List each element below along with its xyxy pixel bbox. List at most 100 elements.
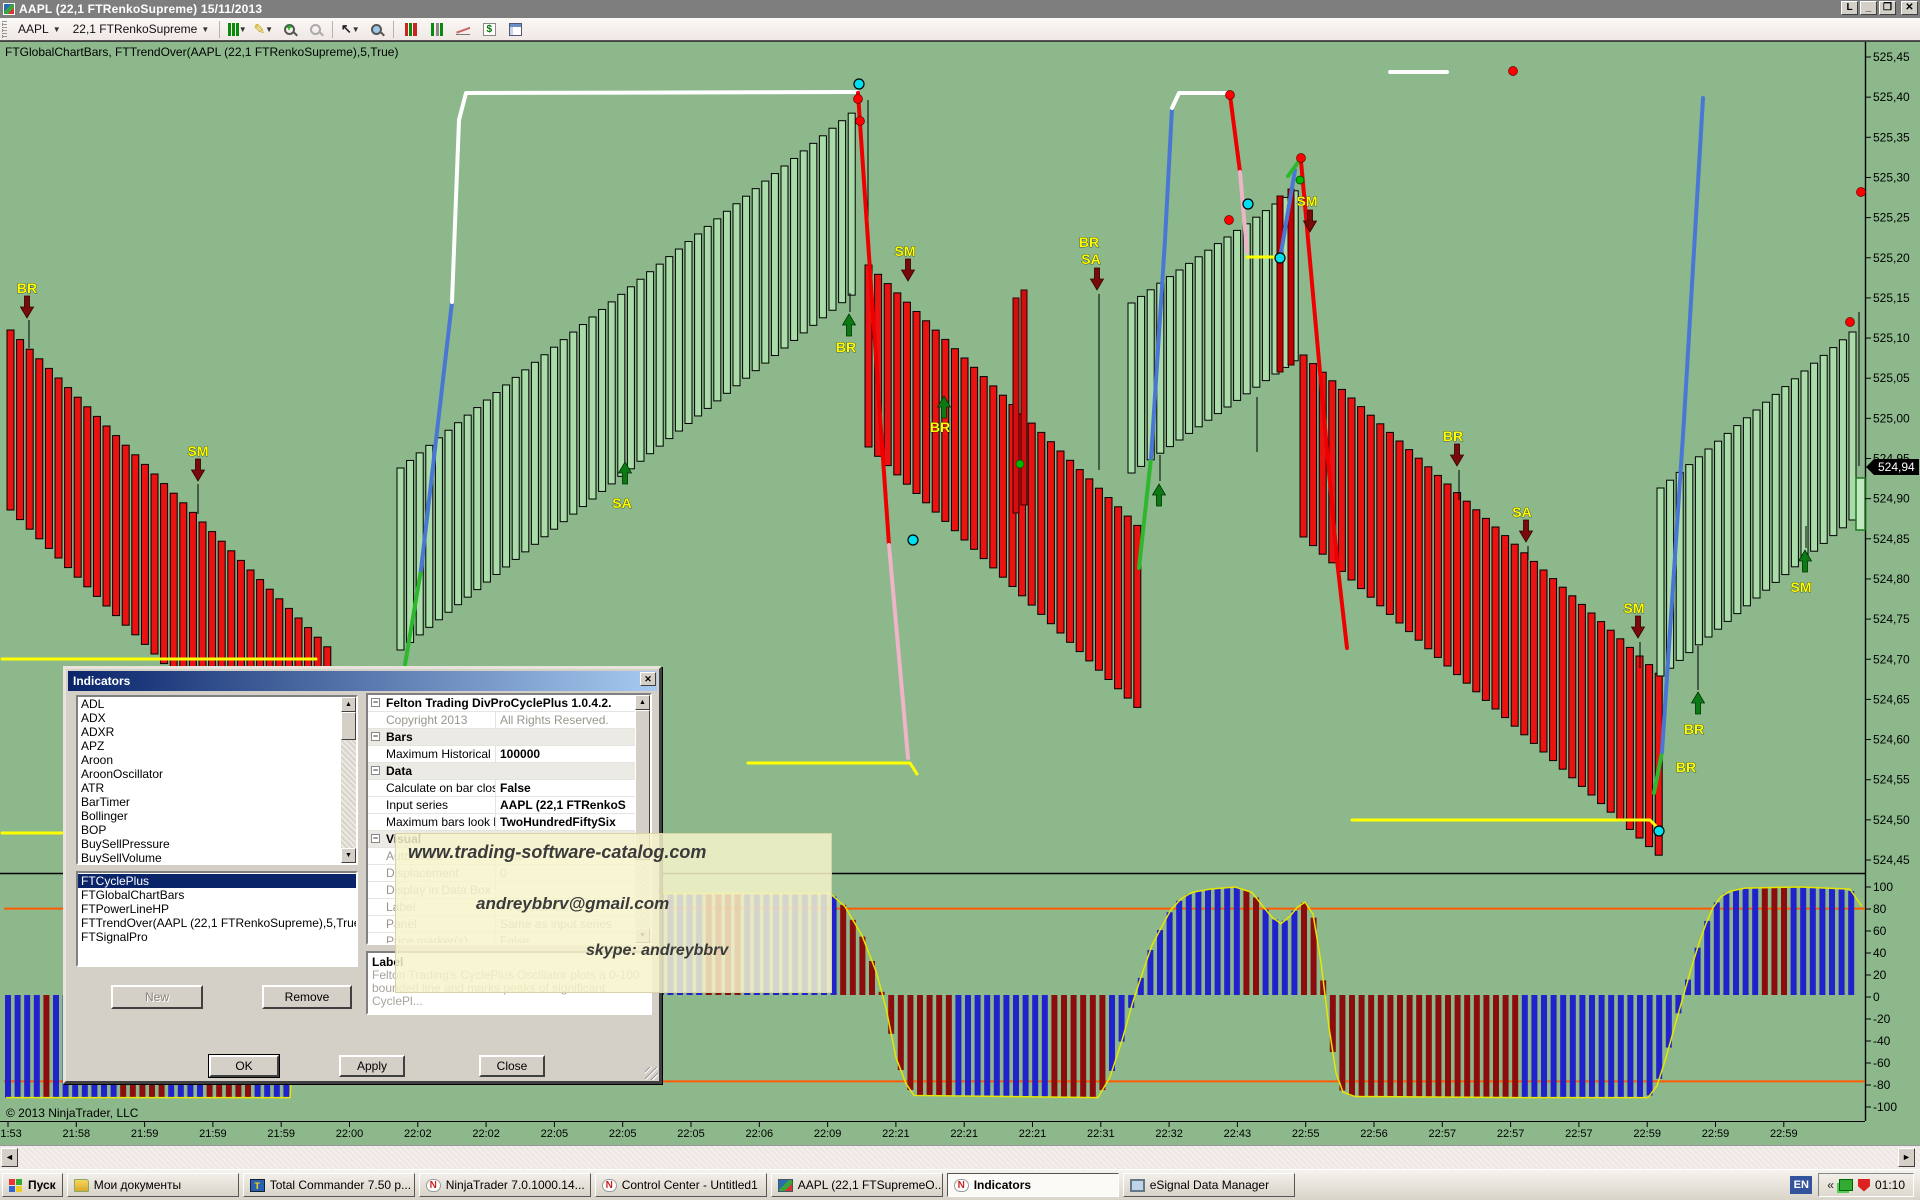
zoom-in-button[interactable] [277, 20, 301, 39]
remove-button[interactable]: Remove [262, 985, 352, 1009]
forming-bar [1856, 478, 1865, 530]
indicator-item[interactable]: ADX [78, 711, 341, 725]
line-chart-button[interactable] [451, 20, 475, 39]
property-row[interactable]: Maximum Historical Bars100000 [368, 746, 635, 763]
account-button[interactable]: $ [477, 20, 501, 39]
window-titlebar[interactable]: AAPL (22,1 FTRenkoSupreme) 15/11/2013 L … [0, 0, 1920, 18]
renko-bar [1559, 587, 1566, 769]
network-icon[interactable] [1839, 1179, 1853, 1191]
selected-indicator-item[interactable]: FTPowerLineHP [78, 902, 356, 916]
taskbar-button[interactable]: TTotal Commander 7.50 p... [243, 1173, 415, 1197]
indicator-item[interactable]: BarTimer [78, 795, 341, 809]
signal-label: BR [930, 419, 950, 435]
scroll-down-icon[interactable]: ▼ [341, 848, 356, 863]
oscillator-bar [917, 995, 923, 1096]
scroll-up-icon[interactable]: ▲ [635, 695, 650, 710]
osc-tick-label: 40 [1873, 946, 1887, 960]
selected-indicator-item[interactable]: FTTrendOver(AAPL (22,1 FTRenkoSupreme),5… [78, 916, 356, 930]
property-row[interactable]: −Felton Trading DivProCyclePlus 1.0.4.2. [368, 695, 635, 712]
scroll-thumb[interactable] [341, 712, 356, 740]
available-indicators-list[interactable]: ADLADXADXRAPZAroonAroonOscillatorATRBarT… [76, 695, 358, 865]
taskbar-button[interactable]: AAPL (22,1 FTSupremeO... [771, 1173, 943, 1197]
osc-tick-label: 0 [1873, 990, 1880, 1004]
drawing-tools-button[interactable]: ✎▼ [251, 20, 275, 39]
property-row[interactable]: Copyright 2013All Rights Reserved. [368, 712, 635, 729]
dialog-titlebar[interactable]: Indicators [68, 671, 657, 691]
indicator-item[interactable]: AroonOscillator [78, 767, 341, 781]
language-indicator[interactable]: EN [1790, 1176, 1812, 1194]
instrument-dropdown[interactable]: AAPL▼ [13, 20, 66, 39]
property-row[interactable]: −Bars [368, 729, 635, 746]
link-button[interactable]: L [1841, 1, 1858, 15]
scroll-up-icon[interactable]: ▲ [341, 697, 356, 712]
watermark-url: www.trading-software-catalog.com [408, 842, 706, 863]
resize-grip[interactable] [645, 1067, 658, 1080]
report-button[interactable] [503, 20, 527, 39]
taskbar-button[interactable]: Мои документы [67, 1173, 239, 1197]
restore-button[interactable]: ❐ [1879, 1, 1896, 15]
dialog-close-icon[interactable]: ✕ [640, 672, 656, 686]
property-row[interactable]: Maximum bars look backTwoHundredFiftySix [368, 814, 635, 831]
time-tick-label: 22:55 [1292, 1128, 1320, 1140]
selected-indicators-list[interactable]: FTCyclePlusFTGlobalChartBarsFTPowerLineH… [76, 871, 358, 967]
minimize-button[interactable]: _ [1860, 1, 1877, 15]
apply-button[interactable]: Apply [339, 1055, 405, 1077]
zoom-out-button[interactable] [303, 20, 327, 39]
security-shield-icon[interactable] [1858, 1179, 1870, 1192]
chart-trader-button[interactable] [399, 20, 423, 39]
list-scrollbar[interactable]: ▲ ▼ [341, 697, 356, 863]
data-box-button[interactable] [364, 20, 388, 39]
scroll-left-button[interactable]: ◄ [1, 1148, 18, 1167]
tray-expand-icon[interactable]: « [1827, 1178, 1834, 1192]
renko-bar [1253, 217, 1260, 387]
taskbar-button[interactable]: NControl Center - Untitled1 [595, 1173, 767, 1197]
renko-bar [637, 279, 644, 461]
signal-label: BR [1079, 234, 1099, 250]
signal-label: SA [1081, 251, 1100, 267]
close-button[interactable]: ✕ [1901, 1, 1918, 15]
property-row[interactable]: Input seriesAAPL (22,1 FTRenkoS [368, 797, 635, 814]
candle-chart-button[interactable] [425, 20, 449, 39]
indicator-item[interactable]: ADL [78, 697, 341, 711]
selected-indicator-item[interactable]: FTGlobalChartBars [78, 888, 356, 902]
oscillator-bar [1109, 995, 1115, 1071]
taskbar-button[interactable]: NIndicators [947, 1173, 1119, 1197]
indicator-item[interactable]: ATR [78, 781, 341, 795]
selected-indicator-item[interactable]: FTSignalPro [78, 930, 356, 944]
taskbar-button[interactable]: eSignal Data Manager [1123, 1173, 1295, 1197]
price-tick-label: 525,05 [1873, 371, 1910, 385]
line-chart-icon [456, 23, 470, 35]
red-green-bars-icon [405, 23, 417, 36]
cursor-button[interactable]: ↖▼ [338, 20, 362, 39]
property-row[interactable]: Calculate on bar closeFalse [368, 780, 635, 797]
chart-style-button[interactable]: ▼ [225, 20, 249, 39]
indicator-item[interactable]: Aroon [78, 753, 341, 767]
toolbar-grip[interactable] [2, 21, 7, 38]
oscillator-bar [1215, 889, 1221, 995]
taskbar-button[interactable]: NNinjaTrader 7.0.1000.14... [419, 1173, 591, 1197]
oscillator-bar [1608, 995, 1614, 1098]
time-tick-label: 22:59 [1770, 1128, 1798, 1140]
indicator-item[interactable]: BuySellVolume [78, 851, 341, 865]
oscillator-bar [1397, 995, 1403, 1097]
renko-bar [1310, 364, 1317, 546]
horizontal-scrollbar[interactable]: ◄ ► [0, 1145, 1920, 1169]
indicator-item[interactable]: BOP [78, 823, 341, 837]
start-button[interactable]: Пуск [2, 1173, 63, 1197]
property-row[interactable]: −Data [368, 763, 635, 780]
interval-dropdown[interactable]: 22,1 FTRenkoSupreme▼ [68, 20, 215, 39]
oscillator-bar [1272, 920, 1278, 995]
indicator-item[interactable]: Bollinger [78, 809, 341, 823]
time-tick-label: 22:05 [677, 1128, 705, 1140]
new-button[interactable]: New [111, 985, 203, 1009]
oscillator-bar [1637, 995, 1643, 1098]
indicator-item[interactable]: BuySellPressure [78, 837, 341, 851]
indicator-item[interactable]: APZ [78, 739, 341, 753]
selected-indicator-item[interactable]: FTCyclePlus [78, 874, 356, 888]
close-dialog-button[interactable]: Close [479, 1055, 545, 1077]
indicator-item[interactable]: ADXR [78, 725, 341, 739]
green-dot-marker [1296, 176, 1304, 184]
ok-button[interactable]: OK [209, 1055, 279, 1077]
down-arrow-icon [1451, 444, 1464, 466]
scroll-right-button[interactable]: ► [1898, 1148, 1915, 1167]
